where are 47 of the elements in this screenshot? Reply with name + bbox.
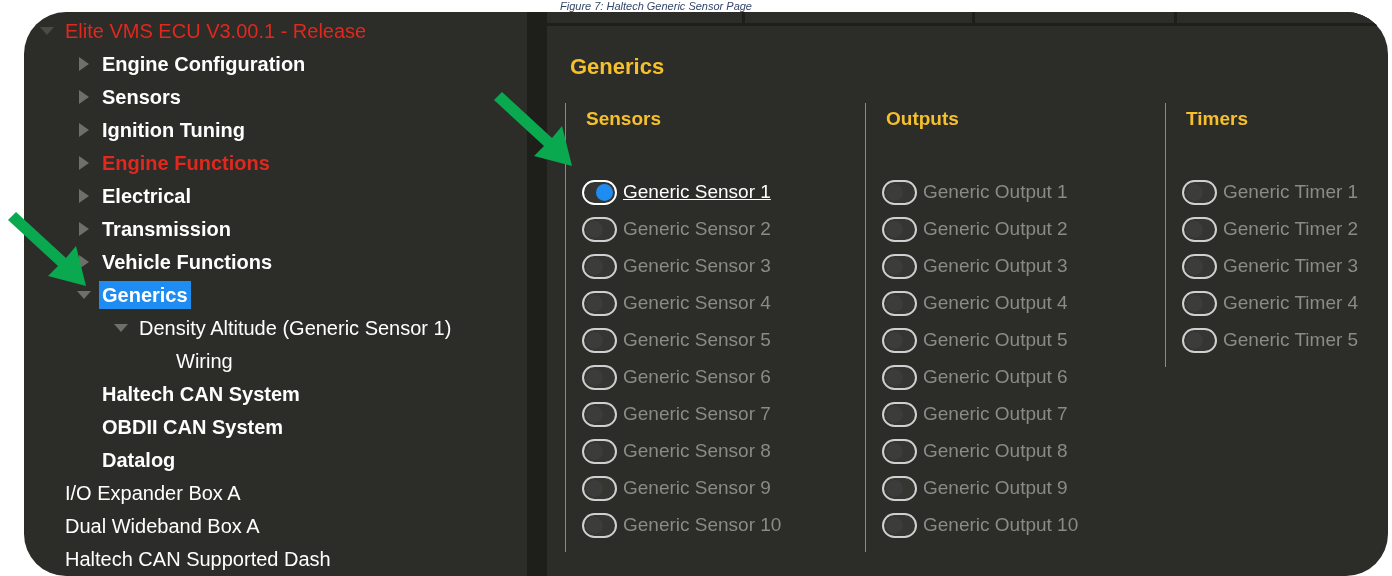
tree-item[interactable]: Elite VMS ECU V3.00.1 - Release xyxy=(62,16,370,45)
toggle-label[interactable]: Generic Output 10 xyxy=(923,510,1079,540)
group-heading: Sensors xyxy=(586,107,662,131)
toggle-label[interactable]: Generic Sensor 5 xyxy=(623,325,771,355)
toggle-label[interactable]: Generic Sensor 8 xyxy=(623,436,771,466)
toggle-label[interactable]: Generic Sensor 1 xyxy=(623,177,771,207)
toggle-label[interactable]: Generic Output 2 xyxy=(923,214,1068,244)
toggle-label[interactable]: Generic Sensor 10 xyxy=(623,510,782,540)
group-heading: Outputs xyxy=(886,107,960,131)
tree-item[interactable]: Engine Functions xyxy=(99,148,273,177)
tree-item[interactable]: Sensors xyxy=(99,82,184,111)
toggle-label[interactable]: Generic Sensor 6 xyxy=(623,362,771,392)
figure-caption: Figure 7: Haltech Generic Sensor Page xyxy=(560,0,752,12)
tree-item[interactable]: Wiring xyxy=(173,346,236,375)
tree-item[interactable]: I/O Expander Box A xyxy=(62,478,244,507)
toggle-label[interactable]: Generic Output 4 xyxy=(923,288,1068,318)
toggle-label[interactable]: Generic Output 1 xyxy=(923,177,1068,207)
tree-item[interactable]: Haltech CAN Supported Dash xyxy=(62,544,334,573)
toggle-label[interactable]: Generic Timer 4 xyxy=(1223,288,1359,318)
tree-item[interactable]: Haltech CAN System xyxy=(99,379,303,408)
toggle-label[interactable]: Generic Sensor 2 xyxy=(623,214,771,244)
toggle-label[interactable]: Generic Output 8 xyxy=(923,436,1068,466)
tree-item[interactable]: Generics xyxy=(99,280,191,309)
tree-item[interactable]: OBDII CAN System xyxy=(99,412,287,441)
tree-item[interactable]: Transmission xyxy=(99,214,234,243)
toggle-label[interactable]: Generic Output 6 xyxy=(923,362,1068,392)
toggle-label[interactable]: Generic Sensor 3 xyxy=(623,251,771,281)
toggle-label[interactable]: Generic Sensor 7 xyxy=(623,399,771,429)
toggle-label[interactable]: Generic Timer 3 xyxy=(1223,251,1359,281)
toggle-label[interactable]: Generic Timer 5 xyxy=(1223,325,1359,355)
tree-item[interactable]: Electrical xyxy=(99,181,194,210)
tree-item[interactable]: Ignition Tuning xyxy=(99,115,248,144)
toggle-label[interactable]: Generic Sensor 9 xyxy=(623,473,771,503)
toggle-label[interactable]: Generic Output 9 xyxy=(923,473,1068,503)
toggle-label[interactable]: Generic Timer 1 xyxy=(1223,177,1359,207)
toggle-label[interactable]: Generic Output 7 xyxy=(923,399,1068,429)
group-heading: Timers xyxy=(1186,107,1249,131)
toggle-label[interactable]: Generic Output 5 xyxy=(923,325,1068,355)
toggle-label[interactable]: Generic Sensor 4 xyxy=(623,288,771,318)
page-title: Generics xyxy=(570,53,666,81)
toggle-label[interactable]: Generic Output 3 xyxy=(923,251,1068,281)
tree-item[interactable]: Dual Wideband Box A xyxy=(62,511,263,540)
toggle-label[interactable]: Generic Timer 2 xyxy=(1223,214,1359,244)
tree-item[interactable]: Engine Configuration xyxy=(99,49,309,78)
tree-item[interactable]: Vehicle Functions xyxy=(99,247,276,276)
tree-item[interactable]: Density Altitude (Generic Sensor 1) xyxy=(136,313,455,342)
tree-item[interactable]: Datalog xyxy=(99,445,179,474)
